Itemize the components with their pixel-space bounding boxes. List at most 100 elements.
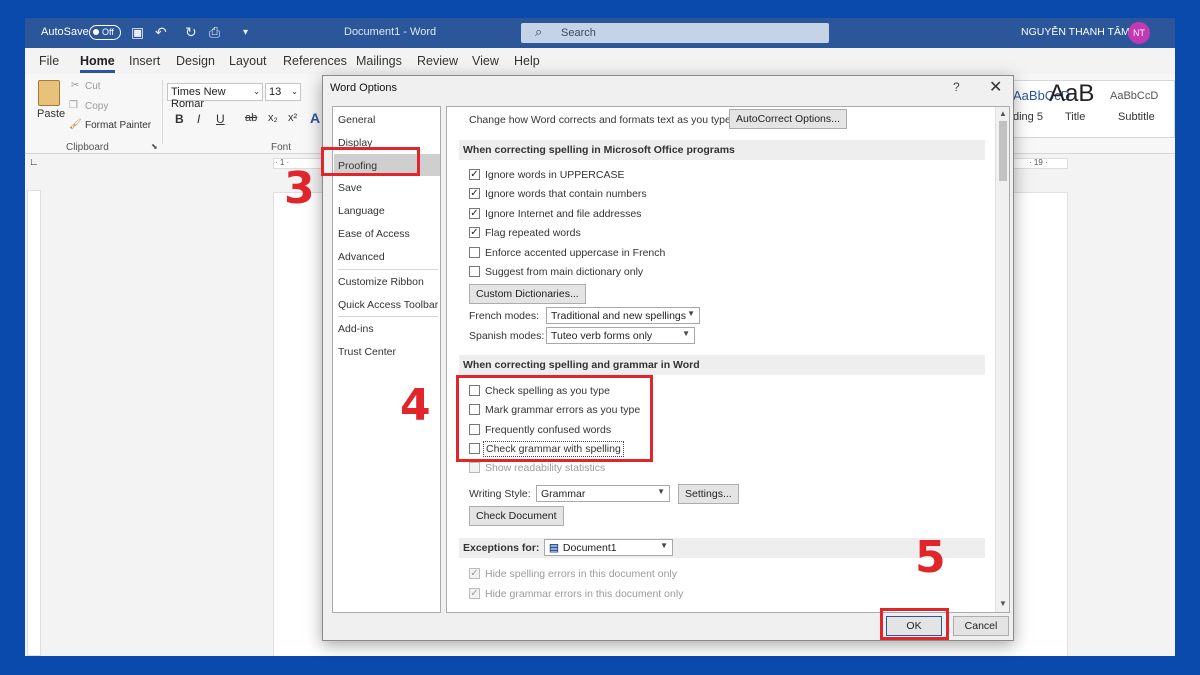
checkbox-enforce-french[interactable] (469, 247, 480, 258)
checkbox-hide-spelling[interactable]: ✓ (469, 568, 480, 579)
save-icon[interactable]: ▣ (131, 24, 144, 41)
search-placeholder: Search (561, 27, 596, 39)
text-effects-icon[interactable]: A (310, 110, 320, 126)
close-button[interactable]: ✕ (989, 77, 1002, 97)
exceptions-label: Exceptions for: (463, 542, 540, 554)
user-name: NGUYỄN THANH TÂM (1021, 26, 1130, 38)
settings-button[interactable]: Settings... (678, 484, 739, 504)
checkbox-ignore-uppercase[interactable]: ✓ (469, 169, 480, 180)
font-name-box[interactable]: Times New Romar ⌄ (167, 83, 263, 110)
paste-label[interactable]: Paste (37, 108, 65, 120)
cancel-button[interactable]: Cancel (953, 616, 1009, 636)
nav-add-ins[interactable]: Add-ins (338, 323, 374, 335)
copy-button[interactable]: Copy (85, 101, 108, 112)
search-box[interactable]: ⌕ Search (521, 23, 829, 43)
tab-design[interactable]: Design (176, 54, 215, 68)
section-office-spelling: When correcting spelling in Microsoft Of… (459, 140, 985, 160)
french-modes-label: French modes: (469, 310, 540, 322)
checkbox-main-dictionary[interactable] (469, 266, 480, 277)
chevron-down-icon: ▼ (657, 487, 665, 496)
font-name-value: Times New Romar (171, 86, 226, 110)
tab-file[interactable]: File (39, 54, 59, 68)
nav-trust-center[interactable]: Trust Center (338, 346, 396, 358)
scroll-up-icon[interactable]: ▲ (999, 109, 1007, 118)
subscript-icon[interactable]: x₂ (268, 112, 278, 124)
nav-save[interactable]: Save (338, 182, 362, 194)
nav-quick-access-toolbar[interactable]: Quick Access Toolbar (338, 299, 438, 311)
nav-advanced[interactable]: Advanced (338, 251, 385, 263)
tab-stop-icon[interactable]: ∟ (29, 157, 39, 168)
nav-customize-ribbon[interactable]: Customize Ribbon (338, 276, 424, 288)
customize-qat-icon[interactable]: ▾ (243, 27, 248, 38)
checkbox-readability[interactable] (469, 462, 480, 473)
italic-icon[interactable]: I (197, 112, 200, 126)
writing-style-select[interactable]: Grammar ▼ (536, 485, 670, 502)
strikethrough-icon[interactable]: ab (245, 112, 257, 124)
custom-dictionaries-button[interactable]: Custom Dictionaries... (469, 284, 586, 304)
redo-icon[interactable]: ↻ (185, 24, 197, 41)
underline-icon[interactable]: U (216, 112, 225, 126)
step-3-label: 3 (284, 163, 315, 214)
tab-insert[interactable]: Insert (129, 54, 160, 68)
exceptions-value: Document1 (562, 542, 617, 554)
option-label: Show readability statistics (485, 462, 606, 474)
tab-home[interactable]: Home (80, 54, 115, 73)
option-label: Ignore words in UPPERCASE (485, 169, 625, 181)
avatar[interactable]: NT (1128, 22, 1150, 44)
tab-layout[interactable]: Layout (229, 54, 267, 68)
tab-review[interactable]: Review (417, 54, 458, 68)
check-document-button[interactable]: Check Document (469, 506, 564, 526)
ruler-right-mark: · 19 · (1029, 158, 1048, 167)
style-title-label[interactable]: Title (1065, 111, 1085, 123)
paste-icon[interactable] (38, 80, 60, 106)
checkbox-flag-repeated[interactable]: ✓ (469, 227, 480, 238)
chevron-down-icon: ▼ (660, 541, 668, 550)
highlight-ok (880, 608, 949, 640)
autosave-toggle[interactable]: Off (89, 25, 121, 40)
chevron-down-icon: ⌄ (253, 87, 260, 96)
option-label: Flag repeated words (485, 227, 581, 239)
chevron-down-icon: ▼ (687, 309, 695, 318)
font-size-box[interactable]: 13 ⌄ (265, 83, 301, 101)
checkbox-hide-grammar[interactable]: ✓ (469, 588, 480, 599)
french-modes-select[interactable]: Traditional and new spellings ▼ (546, 307, 700, 324)
document-title: Document1 - Word (344, 26, 437, 38)
checkbox-ignore-internet[interactable]: ✓ (469, 208, 480, 219)
copy-icon: ❐ (69, 100, 78, 111)
tab-view[interactable]: View (472, 54, 499, 68)
option-label: Ignore Internet and file addresses (485, 208, 642, 220)
highlight-proofing (321, 147, 420, 176)
tab-mailings[interactable]: Mailings (356, 54, 402, 68)
nav-divider (338, 316, 438, 317)
step-4-label: 4 (400, 380, 431, 431)
scroll-down-icon[interactable]: ▼ (999, 599, 1007, 608)
exceptions-select[interactable]: ▤ Document1 ▼ (544, 539, 673, 556)
nav-ease-of-access[interactable]: Ease of Access (338, 228, 410, 240)
cut-button[interactable]: Cut (85, 81, 101, 92)
undo-icon[interactable]: ↶ (155, 24, 167, 41)
french-modes-value: Traditional and new spellings (551, 310, 687, 322)
autocorrect-options-button[interactable]: AutoCorrect Options... (729, 109, 847, 129)
chevron-down-icon: ⌄ (291, 87, 298, 96)
nav-general[interactable]: General (338, 114, 375, 126)
spanish-modes-select[interactable]: Tuteo verb forms only ▼ (546, 327, 695, 344)
help-button[interactable]: ? (953, 80, 960, 94)
style-label: ding 5 (1013, 111, 1043, 123)
touch-mode-icon[interactable]: ⎙ (209, 24, 220, 41)
superscript-icon[interactable]: x² (288, 112, 297, 124)
bold-icon[interactable]: B (175, 112, 184, 126)
format-painter-button[interactable]: Format Painter (85, 120, 151, 131)
ribbon-tabs: File Home Insert Design Layout Reference… (25, 48, 1175, 74)
scrollbar[interactable]: ▲ ▼ (995, 107, 1009, 612)
clipboard-launcher-icon[interactable]: ⬊ (151, 142, 158, 151)
tab-help[interactable]: Help (514, 54, 540, 68)
writing-style-value: Grammar (541, 488, 586, 500)
nav-language[interactable]: Language (338, 205, 385, 217)
spanish-modes-label: Spanish modes: (469, 330, 545, 342)
option-label: Enforce accented uppercase in French (485, 247, 666, 259)
checkbox-ignore-numbers[interactable]: ✓ (469, 188, 480, 199)
tab-references[interactable]: References (283, 54, 347, 68)
scrollbar-thumb[interactable] (999, 121, 1007, 181)
style-subtitle-label[interactable]: Subtitle (1118, 111, 1155, 123)
option-label: Ignore words that contain numbers (485, 188, 647, 200)
